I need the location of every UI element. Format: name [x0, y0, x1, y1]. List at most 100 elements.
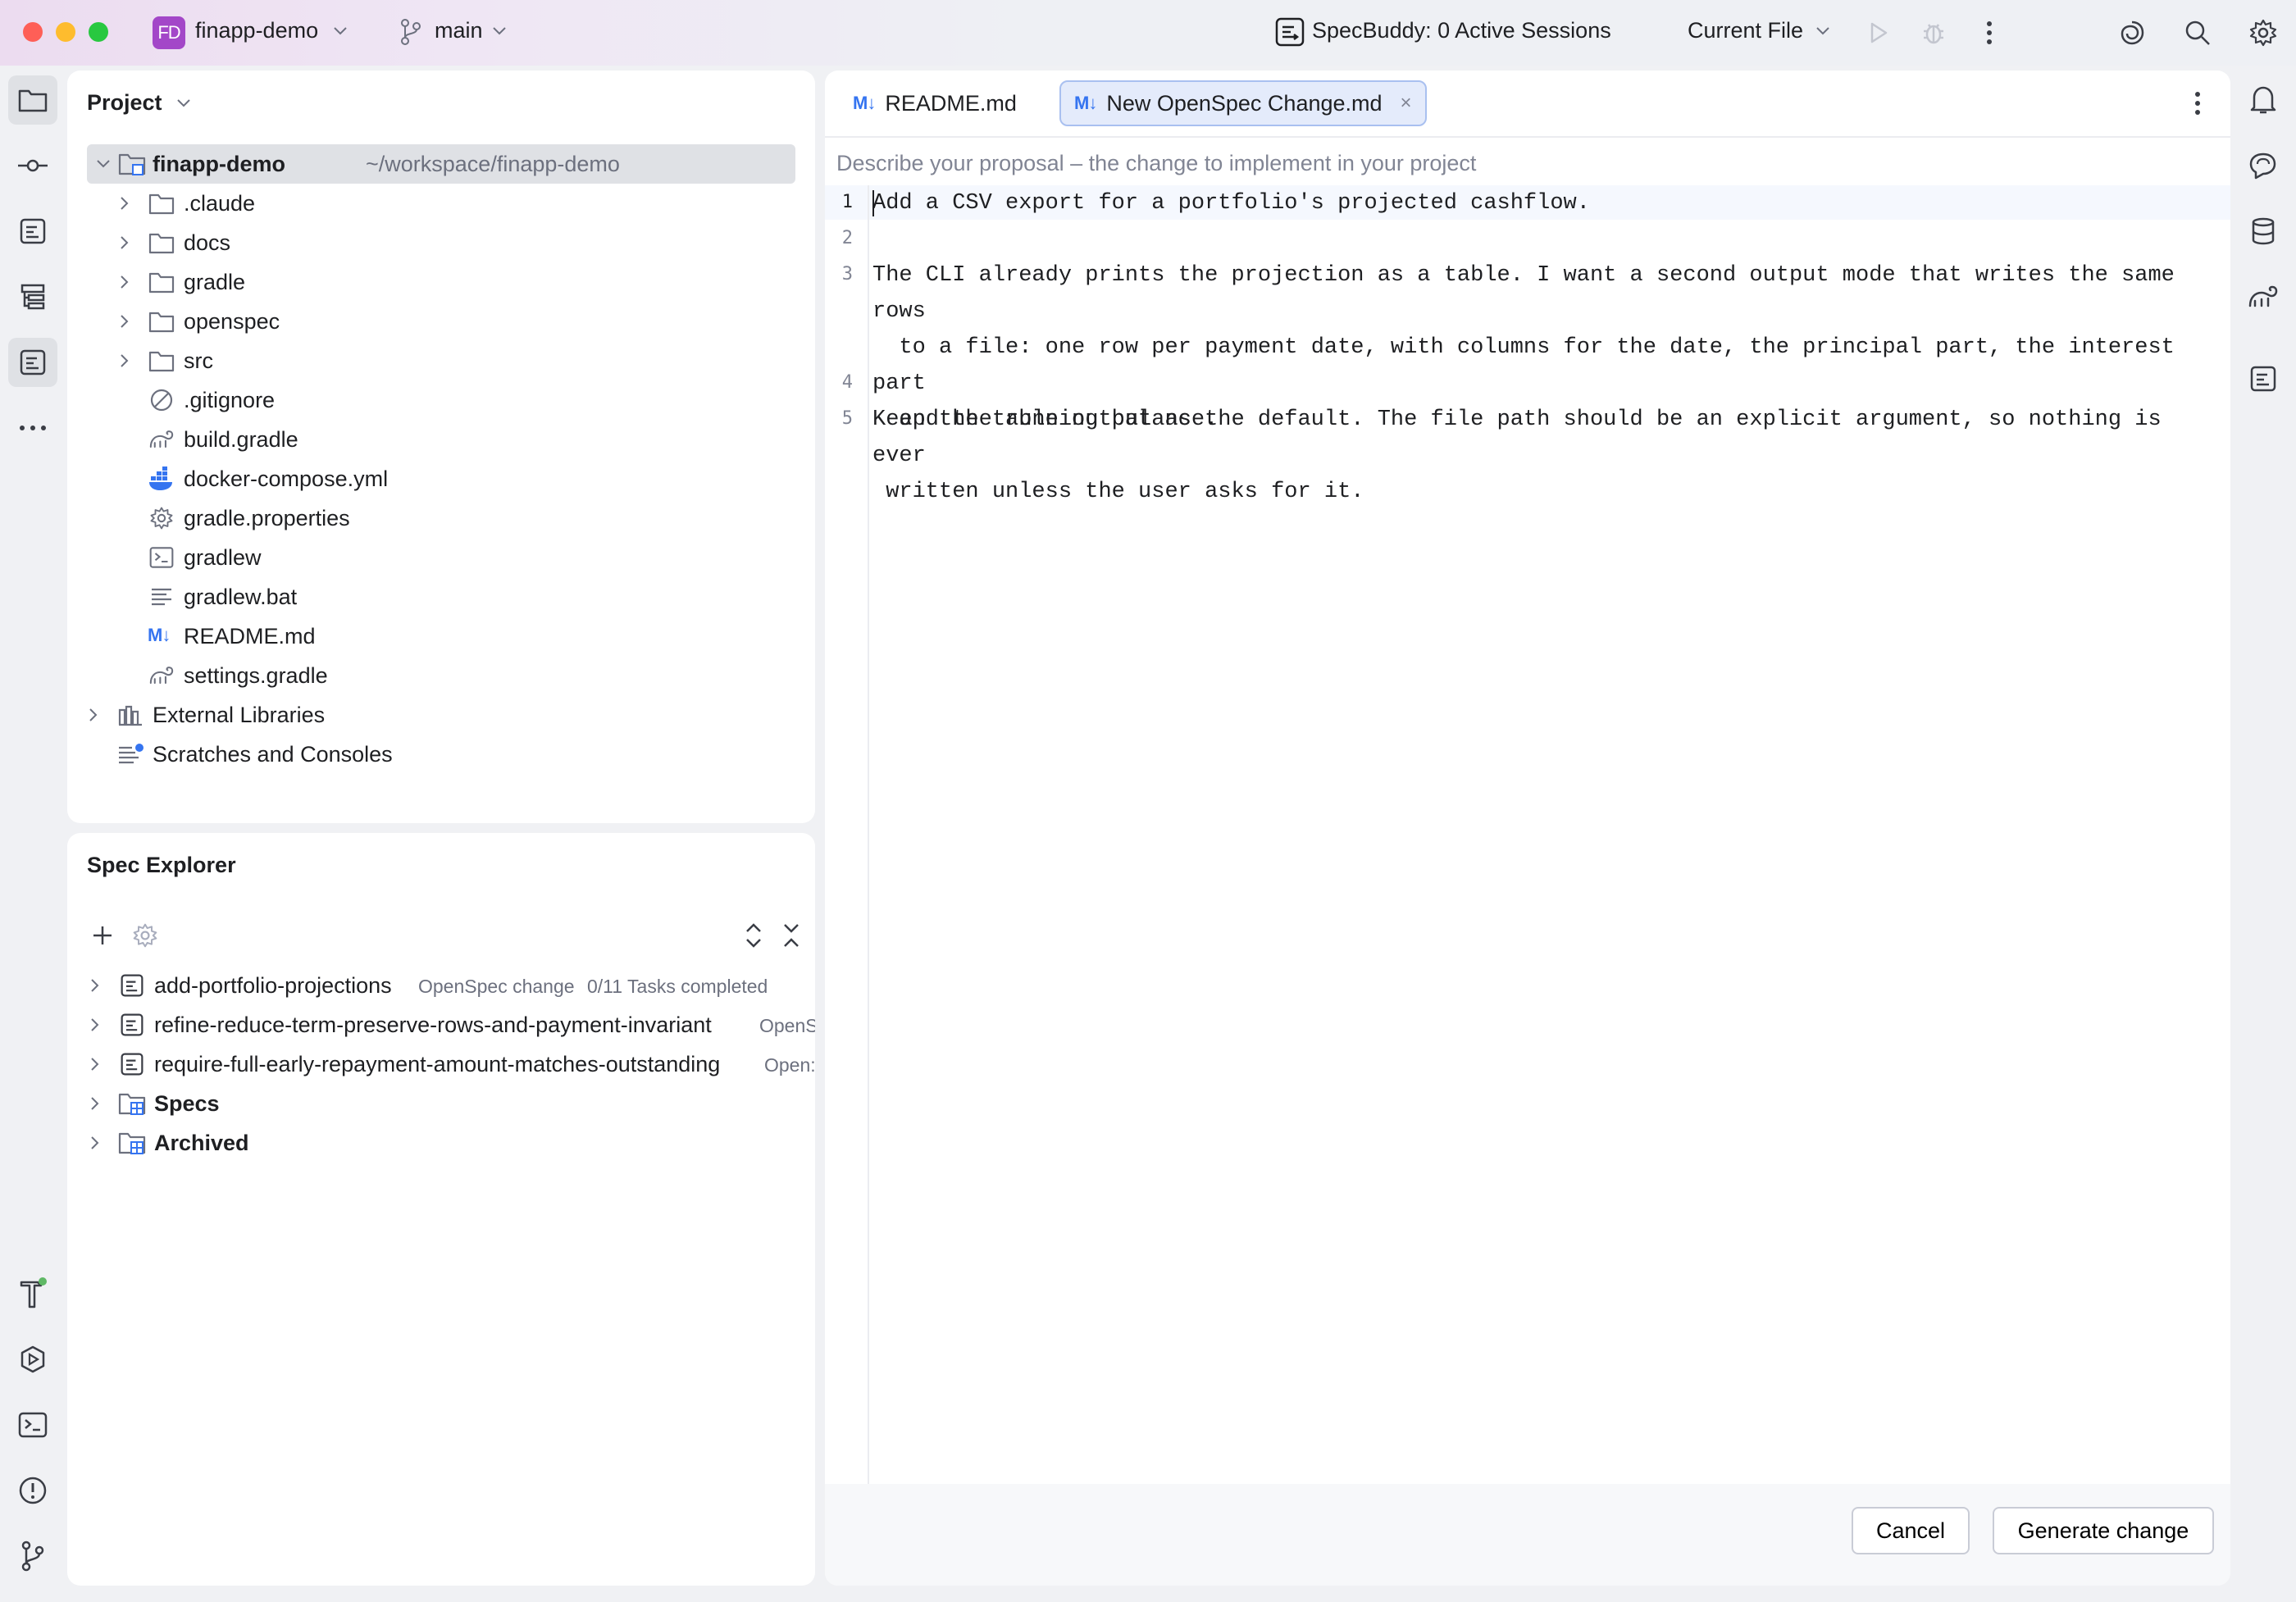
- settings-gear-icon[interactable]: [2245, 15, 2281, 51]
- spec-change-row[interactable]: require-full-early-repayment-amount-matc…: [67, 1044, 815, 1084]
- chevron-right-icon[interactable]: [116, 353, 133, 369]
- spec-group-row[interactable]: Archived: [67, 1123, 815, 1163]
- chevron-right-icon[interactable]: [116, 313, 133, 330]
- collapse-all-icon[interactable]: [776, 920, 807, 951]
- add-icon[interactable]: [87, 920, 118, 951]
- bell-icon: [2250, 86, 2276, 114]
- external-libraries-row[interactable]: External Libraries: [67, 695, 815, 735]
- ai-assistant-icon[interactable]: [2114, 15, 2150, 51]
- line-number: 4: [841, 372, 853, 393]
- git-tool-button[interactable]: [8, 1531, 57, 1581]
- chevron-down-icon[interactable]: [176, 95, 191, 112]
- folder-icon: [148, 347, 175, 375]
- close-window-button[interactable]: [23, 22, 43, 42]
- chevron-right-icon[interactable]: [116, 195, 133, 212]
- project-tool-button[interactable]: [8, 75, 57, 125]
- commit-tool-button[interactable]: [8, 141, 57, 190]
- tree-file-row[interactable]: docker-compose.yml: [67, 459, 815, 498]
- spec-change-name: require-full-early-repayment-amount-matc…: [154, 1051, 721, 1076]
- generate-change-button[interactable]: Generate change: [1993, 1507, 2214, 1554]
- notifications-button[interactable]: [2239, 75, 2288, 125]
- project-panel-header[interactable]: Project: [87, 90, 191, 116]
- spec-change-row[interactable]: refine-reduce-term-preserve-rows-and-pay…: [67, 1005, 815, 1044]
- tab-new-openspec-change[interactable]: M↓ New OpenSpec Change.md ×: [1059, 80, 1427, 126]
- hammer-icon: [20, 1277, 47, 1308]
- proposal-editor[interactable]: 1 Add a CSV export for a portfolio's pro…: [825, 185, 2230, 1484]
- spec-explorer-tool-button[interactable]: [8, 338, 57, 387]
- terminal-tool-button[interactable]: [8, 1400, 57, 1450]
- specbuddy-tool-button[interactable]: [8, 207, 57, 256]
- branch-switcher[interactable]: main: [435, 18, 483, 43]
- project-switcher[interactable]: finapp-demo: [195, 18, 318, 43]
- specbuddy-right-button[interactable]: [2239, 354, 2288, 403]
- minimize-window-button[interactable]: [56, 22, 75, 42]
- zoom-window-button[interactable]: [89, 22, 108, 42]
- specbuddy-icon[interactable]: [1274, 16, 1305, 48]
- structure-icon: [20, 284, 45, 310]
- problems-tool-button[interactable]: [8, 1466, 57, 1515]
- code-line[interactable]: Keep the table output as the default. Th…: [872, 402, 2206, 510]
- code-line[interactable]: Add a CSV export for a portfolio's proje…: [872, 185, 2206, 221]
- tree-folder-row[interactable]: src: [67, 341, 815, 380]
- tree-file-row[interactable]: .gitignore: [67, 380, 815, 420]
- run-configuration-selector[interactable]: Current File: [1688, 18, 1803, 43]
- chevron-right-icon[interactable]: [116, 274, 133, 290]
- tree-file-row[interactable]: gradlew: [67, 538, 815, 577]
- tree-root-row[interactable]: finapp-demo ~/workspace/finapp-demo: [87, 144, 795, 184]
- tree-folder-row[interactable]: docs: [67, 223, 815, 262]
- file-label: settings.gradle: [184, 662, 328, 688]
- chevron-right-icon[interactable]: [87, 1095, 103, 1112]
- proposal-hint: Describe your proposal – the change to i…: [836, 151, 1477, 175]
- spec-explorer-title: Spec Explorer: [87, 853, 236, 877]
- cancel-button[interactable]: Cancel: [1852, 1507, 1970, 1554]
- chevron-right-icon[interactable]: [116, 234, 133, 251]
- tab-readme[interactable]: M↓ README.md: [840, 80, 1030, 126]
- chevron-down-icon[interactable]: [333, 23, 348, 40]
- chevron-down-icon[interactable]: [1815, 23, 1830, 40]
- services-tool-button[interactable]: [8, 1335, 57, 1384]
- scratches-row[interactable]: Scratches and Consoles: [67, 735, 815, 774]
- more-tools-button[interactable]: [8, 403, 57, 453]
- specbuddy-status[interactable]: SpecBuddy: 0 Active Sessions: [1312, 18, 1611, 43]
- tree-file-row[interactable]: settings.gradle: [67, 656, 815, 695]
- chevron-down-icon[interactable]: [95, 156, 112, 172]
- debug-icon[interactable]: [1916, 15, 1952, 51]
- gradle-icon: [2248, 285, 2278, 307]
- tree-folder-row[interactable]: openspec: [67, 302, 815, 341]
- tab-label: New OpenSpec Change.md: [1106, 90, 1383, 116]
- tree-file-row[interactable]: build.gradle: [67, 420, 815, 459]
- chevron-right-icon[interactable]: [87, 1017, 103, 1033]
- markdown-icon: M↓: [853, 93, 876, 113]
- file-label: build.gradle: [184, 426, 298, 452]
- chevron-right-icon[interactable]: [85, 707, 102, 723]
- file-label: gradlew.bat: [184, 584, 298, 609]
- expand-all-icon[interactable]: [738, 920, 769, 951]
- chevron-right-icon[interactable]: [87, 1135, 103, 1151]
- tree-file-row[interactable]: gradlew.bat: [67, 577, 815, 617]
- tree-folder-row[interactable]: gradle: [67, 262, 815, 302]
- spec-group-row[interactable]: Specs: [67, 1084, 815, 1123]
- more-options-icon[interactable]: [2181, 87, 2214, 120]
- close-tab-icon[interactable]: ×: [1401, 92, 1412, 115]
- gradle-button[interactable]: [2239, 272, 2288, 321]
- structure-tool-button[interactable]: [8, 272, 57, 321]
- ai-chat-button[interactable]: [2239, 141, 2288, 190]
- root-path: ~/workspace/finapp-demo: [366, 151, 620, 176]
- settings-icon[interactable]: [130, 920, 161, 951]
- project-panel: Project finapp-demo ~/workspace/finapp-d…: [67, 71, 815, 823]
- chevron-down-icon[interactable]: [492, 23, 507, 40]
- more-options-icon[interactable]: [1971, 15, 2007, 51]
- project-badge[interactable]: FD: [153, 16, 185, 49]
- spec-icon: [2250, 366, 2276, 392]
- tree-file-row[interactable]: gradle.properties: [67, 498, 815, 538]
- database-button[interactable]: [2239, 207, 2288, 256]
- build-tool-button[interactable]: [8, 1269, 57, 1318]
- search-icon[interactable]: [2180, 15, 2216, 51]
- run-icon[interactable]: [1860, 15, 1896, 51]
- tree-file-row[interactable]: M↓ README.md: [67, 617, 815, 656]
- spec-icon: [20, 349, 46, 375]
- chevron-right-icon[interactable]: [87, 1056, 103, 1072]
- tree-folder-row[interactable]: .claude: [67, 184, 815, 223]
- chevron-right-icon[interactable]: [87, 977, 103, 994]
- spec-change-row[interactable]: add-portfolio-projections OpenSpec chang…: [67, 966, 815, 1005]
